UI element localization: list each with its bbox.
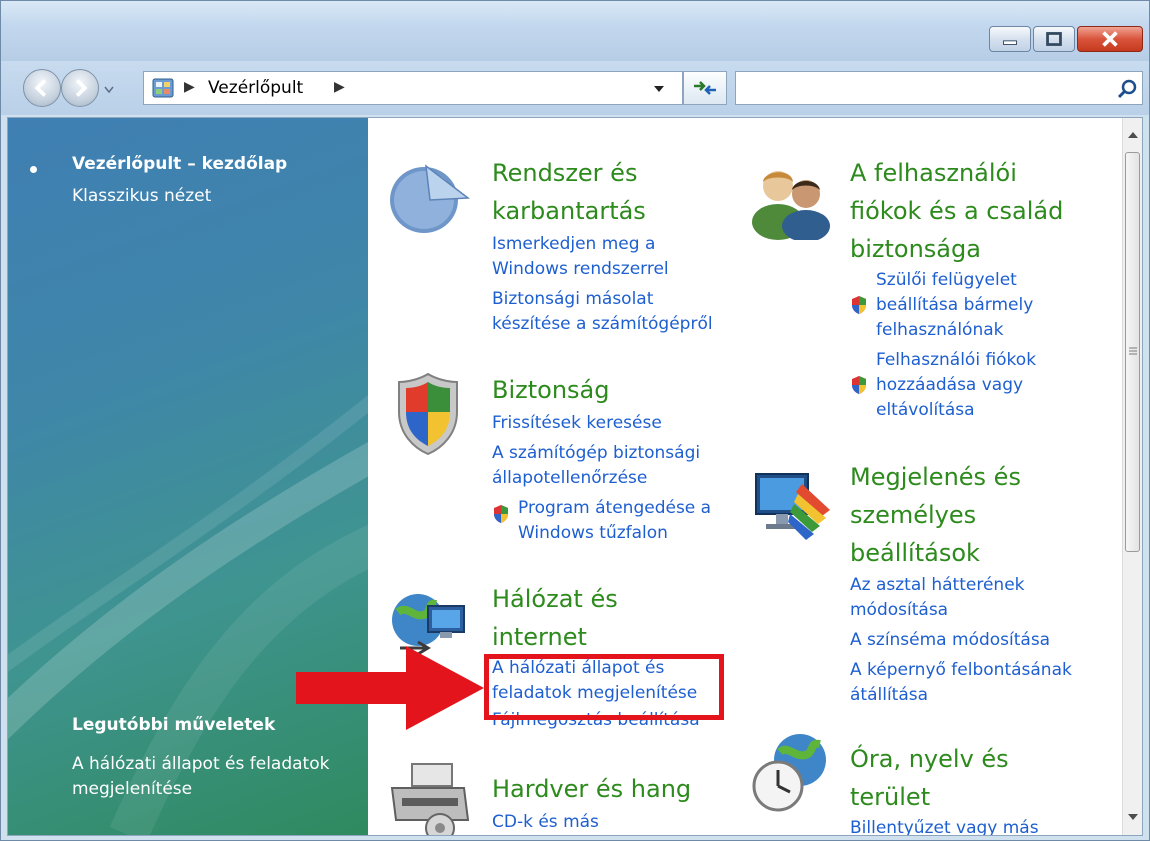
uac-shield-icon	[852, 376, 866, 394]
appearance-link[interactable]: A színséma módosítása	[850, 628, 1050, 653]
users-link[interactable]: Felhasználói fiókok	[876, 348, 1036, 373]
scroll-thumb[interactable]	[1125, 152, 1140, 552]
search-icon[interactable]	[1116, 78, 1138, 100]
address-bar[interactable]: ▶ Vezérlőpult ▶	[143, 71, 683, 105]
recent-tasks-heading: Legutóbbi műveletek	[72, 715, 276, 735]
hardware-link[interactable]: CD-k és más	[492, 810, 599, 835]
category-title-clock[interactable]: Óra, nyelv és	[850, 740, 1009, 778]
category-title-hardware[interactable]: Hardver és hang	[492, 770, 691, 808]
appearance-link[interactable]: Az asztal hátterének	[850, 573, 1025, 598]
clock-language-region-icon[interactable]	[750, 730, 834, 814]
category-title-network[interactable]: internet	[492, 618, 587, 656]
address-dropdown-icon[interactable]	[652, 84, 666, 94]
users-link[interactable]: beállítása bármely	[876, 293, 1033, 318]
uac-shield-icon	[494, 505, 508, 523]
category-title-appearance[interactable]: beállítások	[850, 534, 980, 572]
clock-link[interactable]: Billentyűzet vagy más	[850, 816, 1039, 835]
recent-pages-dropdown-icon[interactable]	[101, 81, 117, 97]
security-link[interactable]: A számítógép biztonsági	[492, 441, 700, 466]
users-link[interactable]: felhasználónak	[876, 318, 1004, 343]
users-link[interactable]: Szülői felügyelet	[876, 268, 1017, 293]
category-title-security[interactable]: Biztonság	[492, 371, 609, 409]
category-title-network[interactable]: Hálózat és	[492, 580, 618, 618]
appearance-personalization-icon[interactable]	[752, 464, 836, 544]
search-box[interactable]	[735, 71, 1143, 105]
refresh-button[interactable]	[683, 71, 727, 105]
security-link[interactable]: Frissítések keresése	[492, 411, 662, 436]
breadcrumb-control-panel[interactable]: Vezérlőpult	[208, 78, 303, 98]
close-button[interactable]	[1077, 26, 1143, 52]
appearance-link[interactable]: A képernyő felbontásának	[850, 658, 1072, 683]
category-title-clock[interactable]: terület	[850, 778, 930, 816]
system-link[interactable]: Biztonsági másolat	[492, 287, 653, 312]
security-link[interactable]: állapotellenőrzése	[492, 466, 647, 491]
refresh-icon	[694, 81, 716, 95]
system-link[interactable]: készítése a számítógépről	[492, 312, 713, 337]
category-title-appearance[interactable]: Megjelenés és	[850, 458, 1021, 496]
navigation-bar: ▶ Vezérlőpult ▶	[1, 61, 1149, 115]
appearance-link[interactable]: átállítása	[850, 683, 928, 708]
control-panel-window: ▶ Vezérlőpult ▶ Vezérlőpult – kezdőlap K…	[0, 0, 1150, 841]
users-link[interactable]: eltávolítása	[876, 398, 975, 423]
forward-button[interactable]	[61, 69, 99, 107]
category-title-system[interactable]: karbantartás	[492, 192, 646, 230]
vertical-scrollbar[interactable]	[1122, 118, 1142, 835]
breadcrumb-separator-icon[interactable]: ▶	[184, 79, 195, 95]
uac-shield-icon	[852, 296, 866, 314]
category-title-appearance[interactable]: személyes	[850, 496, 976, 534]
search-input[interactable]	[742, 77, 1106, 101]
back-button[interactable]	[23, 69, 61, 107]
recent-task-link[interactable]: A hálózati állapot és feladatok megjelen…	[72, 752, 362, 802]
security-shield-icon[interactable]	[396, 372, 460, 456]
bullet-icon	[30, 166, 37, 173]
category-title-users[interactable]: fiókok és a család	[850, 192, 1063, 230]
scroll-up-arrow-icon[interactable]	[1127, 130, 1139, 140]
system-link[interactable]: Ismerkedjen meg a	[492, 232, 655, 257]
scroll-grip-icon	[1129, 347, 1137, 355]
category-title-users[interactable]: biztonsága	[850, 230, 981, 268]
category-title-users[interactable]: A felhasználói	[850, 154, 1017, 192]
title-bar	[1, 1, 1149, 61]
hardware-sound-icon[interactable]	[388, 758, 472, 836]
control-panel-icon	[152, 78, 174, 98]
user-accounts-icon[interactable]	[744, 160, 836, 240]
red-highlight-box	[484, 654, 724, 720]
red-arrow-annotation	[296, 646, 484, 730]
maximize-button[interactable]	[1033, 26, 1075, 52]
security-link[interactable]: Windows tűzfalon	[518, 521, 668, 546]
classic-view-link[interactable]: Klasszikus nézet	[72, 186, 211, 206]
appearance-link[interactable]: módosítása	[850, 598, 948, 623]
content-area: Vezérlőpult – kezdőlap Klasszikus nézet …	[7, 117, 1143, 836]
control-panel-home-link[interactable]: Vezérlőpult – kezdőlap	[72, 154, 287, 174]
users-link[interactable]: hozzáadása vagy	[876, 373, 1023, 398]
security-link[interactable]: Program átengedése a	[518, 496, 711, 521]
minimize-button[interactable]	[989, 26, 1031, 52]
breadcrumb-separator-icon[interactable]: ▶	[334, 79, 345, 95]
category-title-system[interactable]: Rendszer és	[492, 154, 637, 192]
system-maintenance-icon[interactable]	[386, 156, 472, 236]
system-link[interactable]: Windows rendszerrel	[492, 257, 669, 282]
scroll-down-arrow-icon[interactable]	[1127, 812, 1139, 822]
